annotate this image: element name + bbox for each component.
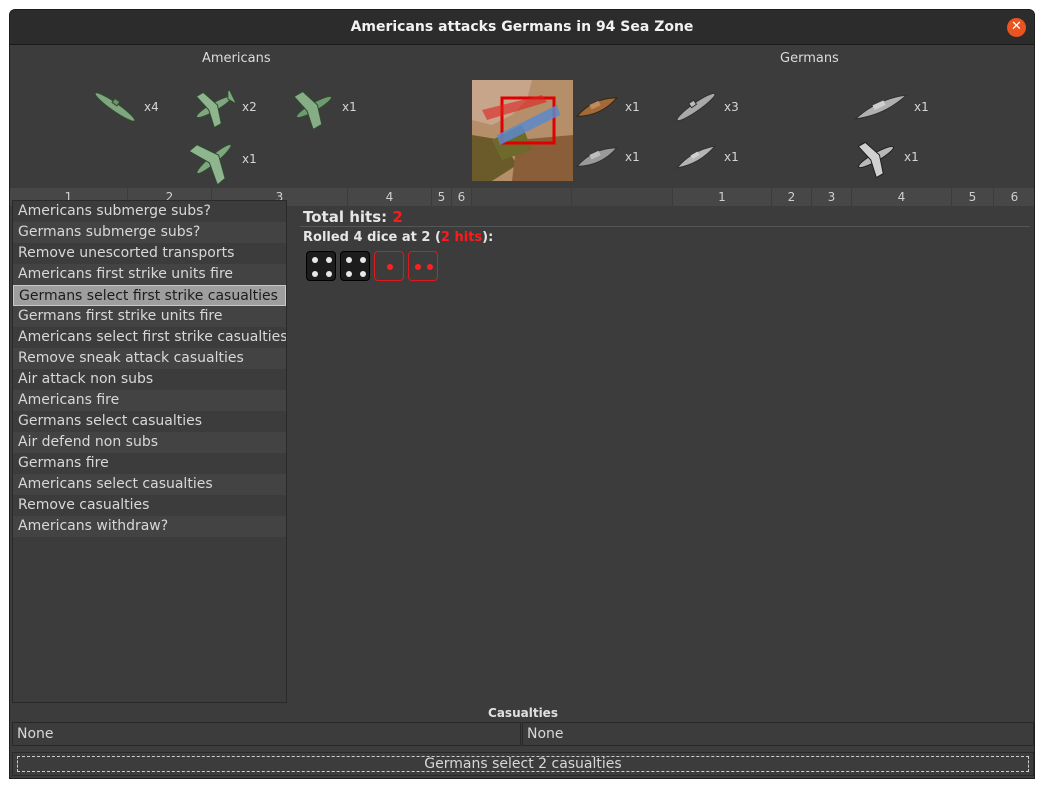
defender-unit-destroyer: x1 bbox=[672, 134, 739, 180]
total-hits-value: 2 bbox=[392, 208, 403, 226]
attacker-unit-bomber: x1 bbox=[190, 134, 257, 184]
attacker-unit-tactical-bomber: x1 bbox=[290, 84, 357, 130]
die-miss bbox=[340, 251, 370, 281]
die-pip bbox=[360, 257, 366, 263]
step-item[interactable]: Americans select casualties bbox=[13, 474, 286, 495]
die-pip bbox=[415, 264, 421, 270]
step-item[interactable]: Germans fire bbox=[13, 453, 286, 474]
battle-steps-list[interactable]: Americans submerge subs? Germans submerg… bbox=[12, 200, 287, 703]
die-pip bbox=[427, 264, 433, 270]
dice-row bbox=[306, 251, 438, 281]
die-miss bbox=[306, 251, 336, 281]
die-pip bbox=[326, 257, 332, 263]
step-item-selected[interactable]: Germans select first strike casualties bbox=[13, 285, 286, 306]
step-item[interactable]: Americans first strike units fire bbox=[13, 264, 286, 285]
defender-unit-transport: x1 bbox=[573, 84, 640, 130]
step-item[interactable]: Remove sneak attack casualties bbox=[13, 348, 286, 369]
window-title: Americans attacks Germans in 94 Sea Zone bbox=[350, 19, 694, 35]
step-item[interactable]: Air defend non subs bbox=[13, 432, 286, 453]
step-item[interactable]: Remove unescorted transports bbox=[13, 243, 286, 264]
defender-unit-submarine: x3 bbox=[672, 84, 739, 130]
step-item[interactable]: Remove casualties bbox=[13, 495, 286, 516]
die-hit bbox=[408, 251, 438, 281]
step-item[interactable]: Americans withdraw? bbox=[13, 516, 286, 537]
defender-label: Germans bbox=[780, 51, 839, 66]
destroyer-icon bbox=[675, 145, 717, 169]
select-casualties-button[interactable]: Germans select 2 casualties bbox=[17, 756, 1029, 772]
submarine-icon bbox=[676, 92, 716, 122]
step-item[interactable]: Germans submerge subs? bbox=[13, 222, 286, 243]
action-bar: Germans select 2 casualties bbox=[12, 752, 1034, 776]
die-pip bbox=[346, 257, 352, 263]
close-button[interactable]: ✕ bbox=[1007, 18, 1026, 37]
roll-summary: Rolled 4 dice at 2 (2 hits): bbox=[303, 230, 494, 245]
die-hit bbox=[374, 251, 404, 281]
tactical-bomber-icon bbox=[293, 90, 332, 130]
attacker-unit-submarine: x4 bbox=[90, 86, 159, 128]
defender-unit-battleship: x1 bbox=[852, 84, 929, 130]
total-hits: Total hits: 2 bbox=[303, 208, 403, 226]
transport-icon bbox=[575, 147, 619, 167]
step-item[interactable]: Americans fire bbox=[13, 390, 286, 411]
casualties-title: Casualties bbox=[488, 706, 558, 720]
die-pip bbox=[346, 271, 352, 277]
battleship-icon bbox=[854, 94, 908, 120]
die-pip bbox=[387, 264, 393, 270]
transport-icon bbox=[575, 97, 619, 117]
defender-unit-transport-2: x1 bbox=[573, 134, 640, 180]
territory-map bbox=[472, 80, 573, 181]
separator bbox=[300, 226, 1030, 227]
defender-casualties: None bbox=[522, 722, 1034, 746]
close-icon: ✕ bbox=[1011, 19, 1022, 34]
attacker-label: Americans bbox=[202, 51, 271, 66]
bomber-icon bbox=[190, 144, 232, 184]
attacker-unit-fighter: x2 bbox=[190, 84, 257, 130]
fighter-icon bbox=[857, 141, 894, 179]
attacker-casualties: None bbox=[12, 722, 521, 746]
units-panel: Americans Germans x4 x2 x1 x1 x1 x3 x1 x… bbox=[10, 46, 1034, 188]
roll-hits: 2 hits bbox=[440, 230, 483, 245]
die-pip bbox=[360, 271, 366, 277]
step-item[interactable]: Germans first strike units fire bbox=[13, 306, 286, 327]
submarine-icon bbox=[94, 92, 136, 122]
casualties-panel: Casualties None None bbox=[10, 705, 1034, 750]
dice-results-panel: Total hits: 2 Rolled 4 dice at 2 (2 hits… bbox=[292, 200, 1034, 703]
step-item[interactable]: Americans submerge subs? bbox=[13, 201, 286, 222]
title-bar: Americans attacks Germans in 94 Sea Zone… bbox=[10, 10, 1034, 45]
die-pip bbox=[312, 271, 318, 277]
step-item[interactable]: Americans select first strike casualties bbox=[13, 327, 286, 348]
defender-unit-fighter: x1 bbox=[852, 134, 919, 180]
battle-window: Americans attacks Germans in 94 Sea Zone… bbox=[9, 9, 1035, 779]
die-pip bbox=[312, 257, 318, 263]
fighter-icon bbox=[195, 89, 237, 129]
step-item[interactable]: Germans select casualties bbox=[13, 411, 286, 432]
sea-zone-map bbox=[472, 80, 573, 181]
die-pip bbox=[326, 271, 332, 277]
step-item[interactable]: Air attack non subs bbox=[13, 369, 286, 390]
